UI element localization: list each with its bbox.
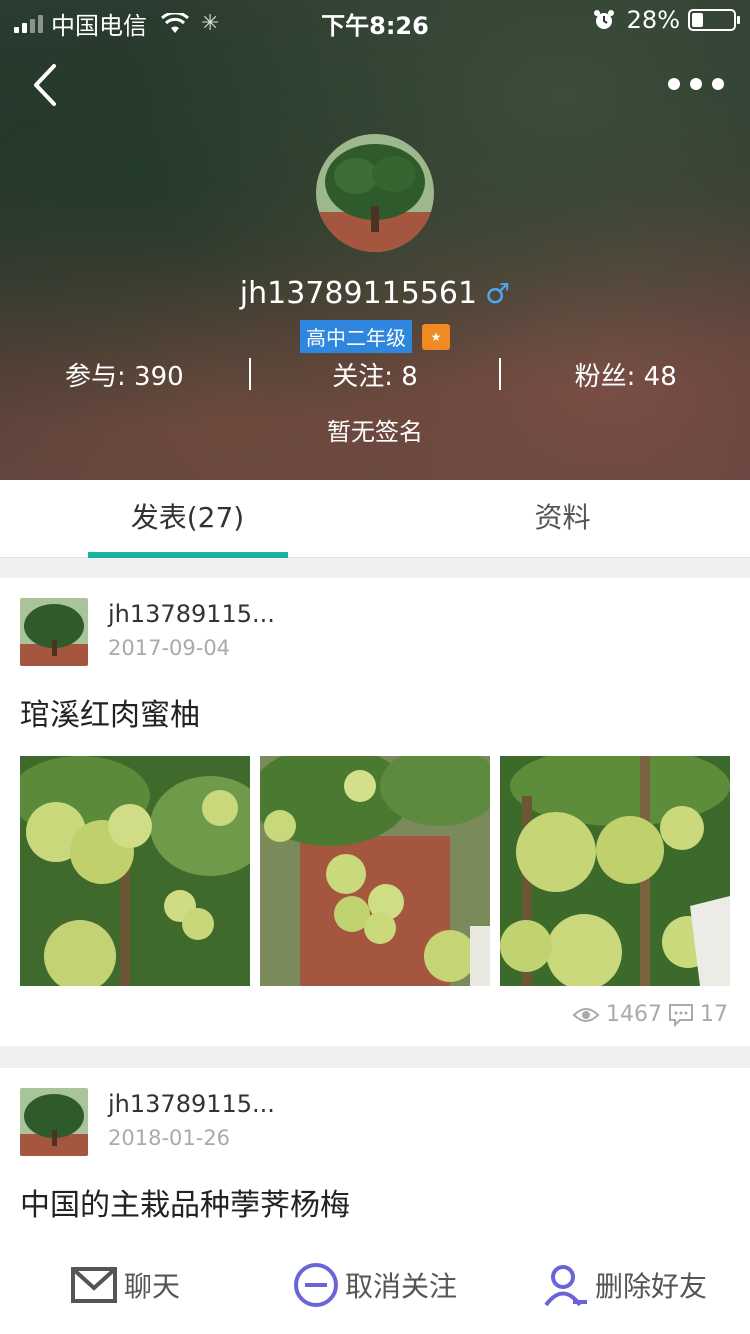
view-count: 1467 xyxy=(606,1002,662,1027)
stat-fans[interactable]: 粉丝: 48 xyxy=(501,356,750,393)
delete-friend-button[interactable]: 删除好友 xyxy=(500,1262,750,1308)
mail-icon xyxy=(70,1267,117,1303)
unfollow-label: 取消关注 xyxy=(344,1270,457,1303)
post-author[interactable]: jh13789115... xyxy=(108,600,275,628)
author-avatar[interactable] xyxy=(20,1088,88,1156)
profile-avatar[interactable] xyxy=(316,134,434,252)
stat-following[interactable]: 关注: 8 xyxy=(251,356,500,393)
chat-button[interactable]: 聊天 xyxy=(0,1265,250,1305)
unfollow-button[interactable]: 取消关注 xyxy=(250,1262,500,1308)
username: jh13789115561 xyxy=(239,276,478,311)
battery-icon xyxy=(688,9,740,31)
grade-badge: 高中二年级 xyxy=(300,320,412,353)
chat-label: 聊天 xyxy=(123,1270,180,1303)
more-icon[interactable] xyxy=(668,66,724,102)
post-title[interactable]: 琯溪红肉蜜柚 xyxy=(20,690,200,734)
post-title[interactable]: 中国的主栽品种荸荠杨梅 xyxy=(20,1180,350,1224)
post-card[interactable]: jh13789115... 2017-09-04 琯溪红肉蜜柚 1467 17 xyxy=(0,578,750,1046)
user-remove-icon xyxy=(544,1265,587,1307)
bottom-action-bar: 聊天 取消关注 删除好友 xyxy=(0,1236,750,1334)
post-photo[interactable] xyxy=(260,756,490,986)
alarm-icon xyxy=(593,10,614,29)
stat-participate[interactable]: 参与: 390 xyxy=(0,356,249,393)
status-bar: 中国电信 ✳ 下午8:26 28% xyxy=(0,0,750,40)
tab-posts[interactable]: 发表(27) xyxy=(0,480,375,558)
battery-percent: 28% xyxy=(626,6,680,34)
tab-profile-info[interactable]: 资料 xyxy=(375,480,750,557)
post-photo[interactable] xyxy=(500,756,730,986)
post-date: 2018-01-26 xyxy=(108,1126,231,1150)
medal-icon: ★ xyxy=(422,323,450,350)
author-avatar[interactable] xyxy=(20,598,88,666)
post-author[interactable]: jh13789115... xyxy=(108,1090,275,1118)
gender-male-icon: ♂ xyxy=(485,277,511,310)
post-photo[interactable] xyxy=(20,756,250,986)
profile-tabs: 发表(27) 资料 xyxy=(0,480,750,558)
post-photos xyxy=(20,756,730,986)
minus-circle-icon xyxy=(293,1263,338,1307)
post-date: 2017-09-04 xyxy=(108,636,231,660)
comment-icon[interactable] xyxy=(668,1003,694,1027)
delete-friend-label: 删除好友 xyxy=(594,1270,707,1303)
signature: 暂无签名 xyxy=(327,418,423,446)
comment-count: 17 xyxy=(700,1002,728,1027)
back-icon[interactable] xyxy=(28,60,68,110)
eye-icon xyxy=(572,1007,600,1022)
profile-header: 中国电信 ✳ 下午8:26 28% jh13789115561 ♂ 高中二年级 … xyxy=(0,0,750,480)
